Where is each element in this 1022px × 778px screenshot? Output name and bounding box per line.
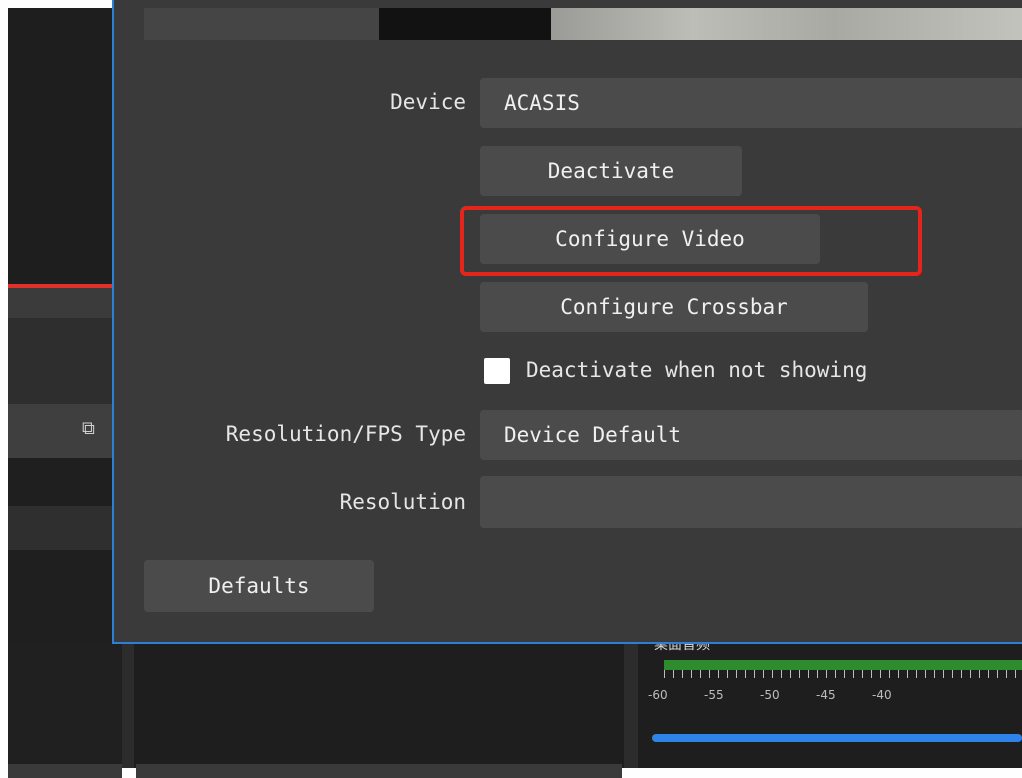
dock-separator [122,644,134,768]
deactivate-when-not-showing-label[interactable]: Deactivate when not showing [526,358,867,382]
scenes-dock [8,644,122,768]
preview-strip [144,8,379,40]
undock-icon[interactable]: ⧉ [82,418,104,440]
audio-meter-ticks [664,670,1022,678]
device-label: Device [390,90,466,114]
meter-scale-label: -40 [872,688,892,702]
resolution-label: Resolution [339,490,466,514]
configure-crossbar-button[interactable]: Configure Crossbar [480,282,868,332]
audio-level-meter [664,660,1022,670]
dock-toolbar [136,764,622,778]
panel-list [8,458,112,506]
resolution-fps-type-select[interactable]: Device Default [480,410,1022,460]
dock-separator [624,644,638,768]
device-select[interactable]: ACASIS [480,78,1022,128]
preview-image [551,8,1022,40]
preview-area [8,8,112,284]
meter-scale-label: -60 [648,688,668,702]
panel-header [8,288,112,318]
deactivate-button[interactable]: Deactivate [480,146,742,196]
preview-strip [379,8,551,40]
defaults-button[interactable]: Defaults [144,560,374,612]
meter-scale-label: -55 [704,688,724,702]
panel-list-item[interactable] [8,506,112,550]
resolution-select[interactable] [480,476,1022,528]
video-capture-properties-dialog: Device ACASIS Deactivate Configure Video… [112,0,1022,644]
deactivate-when-not-showing-checkbox[interactable] [484,358,510,384]
dock-toolbar [8,764,122,778]
screen: ⧉ 桌面音频 -60 -55 -50 -45 -40 Device ACASIS… [0,0,1022,778]
meter-scale-label: -50 [760,688,780,702]
sources-dock [134,644,624,768]
volume-slider[interactable] [652,734,1022,742]
configure-video-button[interactable]: Configure Video [480,214,820,264]
panel-body [8,318,112,404]
meter-scale-label: -45 [816,688,836,702]
resolution-fps-type-label: Resolution/FPS Type [225,422,466,446]
